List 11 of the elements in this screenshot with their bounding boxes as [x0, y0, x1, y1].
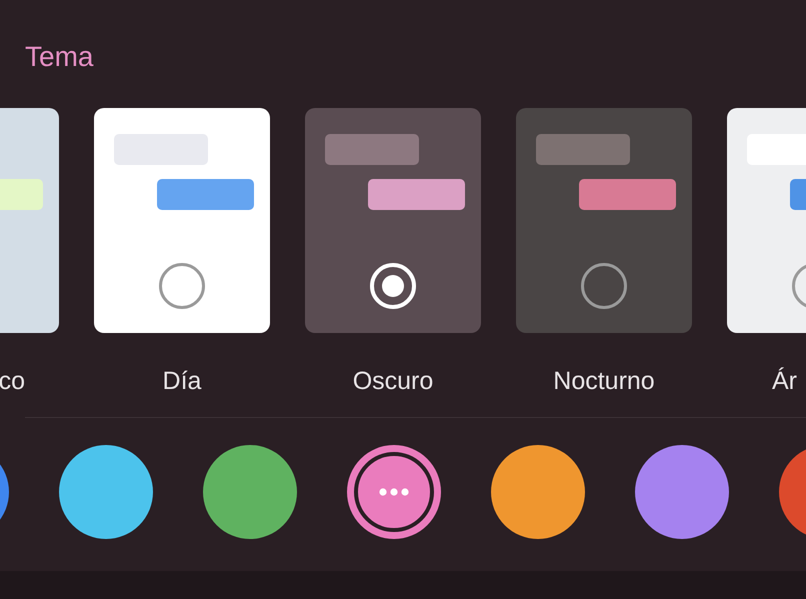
radio-button[interactable]: [581, 263, 627, 309]
section-title: Tema: [25, 41, 94, 72]
more-icon: [379, 488, 409, 496]
radio-button[interactable]: [159, 263, 205, 309]
theme-label: Nocturno: [553, 367, 655, 395]
theme-label: Oscuro: [352, 367, 434, 395]
theme-card[interactable]: [516, 108, 692, 333]
theme-label: Ár: [772, 367, 797, 395]
theme-card[interactable]: [305, 108, 481, 333]
theme-label: Día: [162, 367, 202, 395]
theme-label: co: [0, 367, 25, 395]
